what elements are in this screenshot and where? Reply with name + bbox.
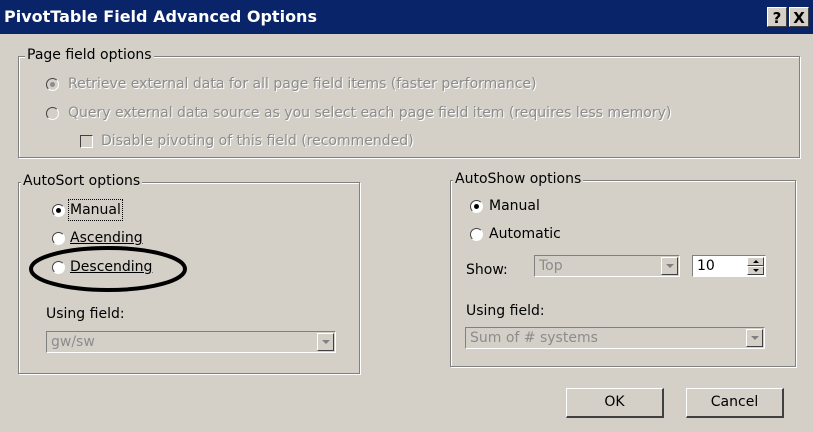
retrieve-all-label: Retrieve external data for all page fiel…	[68, 76, 537, 92]
autosort-using-field-combo[interactable]: gw/sw	[46, 331, 336, 353]
radio-dot-icon	[50, 82, 55, 87]
spin-down-button[interactable]	[747, 266, 764, 275]
disable-pivoting-checkbox[interactable]	[80, 135, 93, 148]
chevron-down-icon	[753, 269, 759, 272]
autoshow-show-label: Show:	[466, 262, 508, 278]
autoshow-using-field-combo[interactable]: Sum of # systems	[465, 327, 765, 349]
radio-dot-icon	[56, 208, 61, 213]
autoshow-manual-label: Manual	[489, 198, 540, 214]
autoshow-show-value: Top	[539, 258, 563, 274]
chevron-down-icon	[322, 340, 330, 344]
autoshow-count-input[interactable]: 10	[692, 255, 766, 277]
autoshow-show-combo[interactable]: Top	[534, 255, 680, 277]
dialog-title: PivotTable Field Advanced Options	[4, 7, 317, 26]
autosort-using-field-value: gw/sw	[51, 334, 95, 350]
close-icon: X	[793, 9, 805, 27]
autoshow-manual-radio[interactable]	[470, 200, 483, 213]
autoshow-automatic-label: Automatic	[489, 226, 561, 242]
retrieve-all-radio[interactable]	[46, 78, 59, 91]
autosort-using-field-label: Using field:	[46, 306, 125, 322]
cancel-button[interactable]: Cancel	[686, 388, 784, 418]
autoshow-options-legend: AutoShow options	[453, 171, 584, 187]
autoshow-using-combo-arrow[interactable]	[746, 329, 763, 347]
autoshow-count-spinner[interactable]	[747, 257, 764, 275]
highlight-ellipse	[29, 246, 187, 292]
pivot-advanced-options-dialog: PivotTable Field Advanced Options ? X Pa…	[0, 0, 813, 432]
query-source-label: Query external data source as you select…	[68, 105, 672, 121]
chevron-down-icon	[666, 264, 674, 268]
autoshow-automatic-radio[interactable]	[470, 228, 483, 241]
autoshow-using-field-value: Sum of # systems	[470, 330, 598, 346]
autoshow-show-combo-arrow[interactable]	[661, 257, 678, 275]
autosort-ascending-radio[interactable]	[52, 232, 65, 245]
autosort-combo-arrow[interactable]	[317, 333, 334, 351]
autoshow-using-field-label: Using field:	[466, 303, 545, 319]
chevron-up-icon	[753, 260, 759, 263]
page-field-options-legend: Page field options	[25, 47, 154, 63]
radio-dot-icon	[474, 204, 479, 209]
spin-up-button[interactable]	[747, 257, 764, 266]
chevron-down-icon	[751, 336, 759, 340]
close-button[interactable]: X	[789, 7, 809, 27]
help-icon: ?	[772, 9, 782, 27]
autosort-manual-label: Manual	[68, 199, 123, 221]
disable-pivoting-label: Disable pivoting of this field (recommen…	[101, 133, 414, 149]
autosort-options-legend: AutoSort options	[21, 173, 143, 189]
help-button[interactable]: ?	[767, 7, 787, 27]
autosort-manual-radio[interactable]	[52, 204, 65, 217]
ok-button[interactable]: OK	[566, 388, 664, 418]
autoshow-count-value: 10	[697, 258, 715, 274]
query-source-radio[interactable]	[46, 107, 59, 120]
title-bar[interactable]: PivotTable Field Advanced Options ? X	[0, 0, 813, 34]
